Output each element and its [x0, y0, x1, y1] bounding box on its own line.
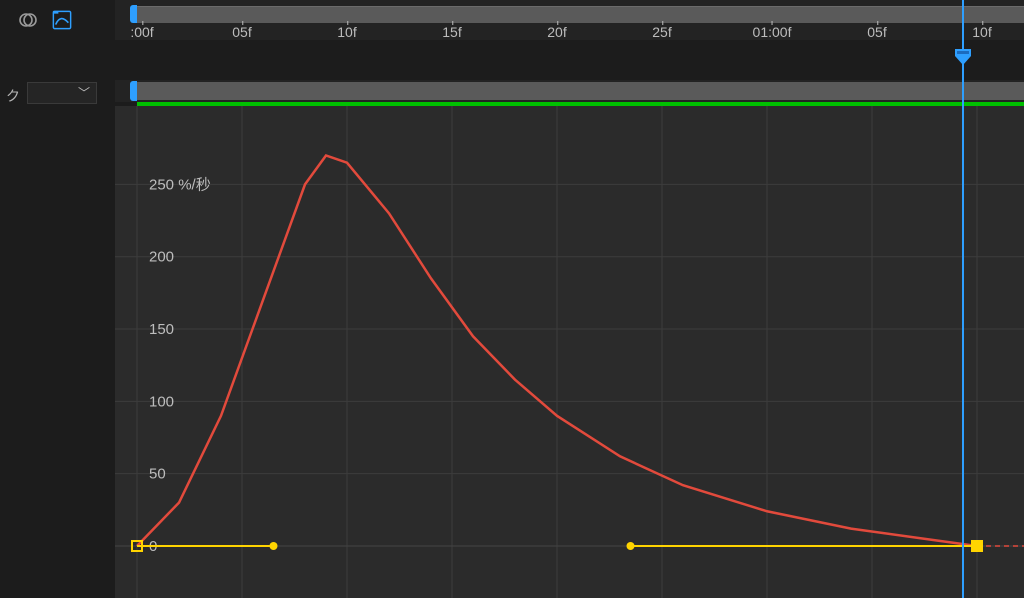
y-axis-tick-label: 200 [149, 249, 174, 266]
sidebar: ク ﹀ [0, 0, 115, 598]
time-ruler[interactable]: :00f 05f 10f 15f 20f 25f 01:00f 05f 10f [115, 0, 1024, 40]
cti-playhead-icon[interactable] [954, 48, 972, 66]
chevron-down-icon: ﹀ [78, 87, 90, 99]
work-area-marker-left[interactable] [130, 81, 137, 101]
graph-editor-root: ク ﹀ :00f05f10f15f20f25f01:00f05f10f 0501… [0, 0, 1024, 598]
ruler-bar[interactable] [137, 6, 1024, 23]
ruler-tick: 05f [867, 24, 886, 40]
y-axis-tick-label: 250 %/秒 [149, 176, 211, 193]
work-area[interactable] [115, 80, 1024, 102]
y-axis-tick-label: 50 [149, 466, 166, 483]
work-area-handle-left[interactable] [130, 5, 137, 23]
property-label-truncated: ク [6, 86, 20, 106]
work-area-bar[interactable] [137, 82, 1024, 100]
graph-svg: 050100150200250 %/秒 [115, 106, 1024, 598]
keyframe-end[interactable] [972, 541, 982, 551]
out-handle-dot[interactable] [270, 542, 278, 550]
y-axis-tick-label: 150 [149, 321, 174, 338]
ruler-tick: :00f [130, 24, 153, 40]
current-time-indicator[interactable] [962, 0, 964, 598]
graph-editor-icon[interactable] [52, 10, 72, 30]
ruler-tick: 10f [337, 24, 356, 40]
ruler-tick: 20f [547, 24, 566, 40]
graph-area[interactable]: 050100150200250 %/秒 [115, 106, 1024, 598]
blend-icon[interactable] [18, 10, 38, 30]
ruler-tick: 05f [232, 24, 251, 40]
in-handle-dot[interactable] [627, 542, 635, 550]
y-axis-tick-label: 100 [149, 393, 174, 410]
ruler-tick: 10f [972, 24, 991, 40]
ruler-tick: 15f [442, 24, 461, 40]
property-row: ク ﹀ [0, 80, 115, 112]
property-dropdown[interactable]: ﹀ [27, 82, 97, 104]
ruler-tick: 01:00f [753, 24, 792, 40]
ruler-tick: 25f [652, 24, 671, 40]
